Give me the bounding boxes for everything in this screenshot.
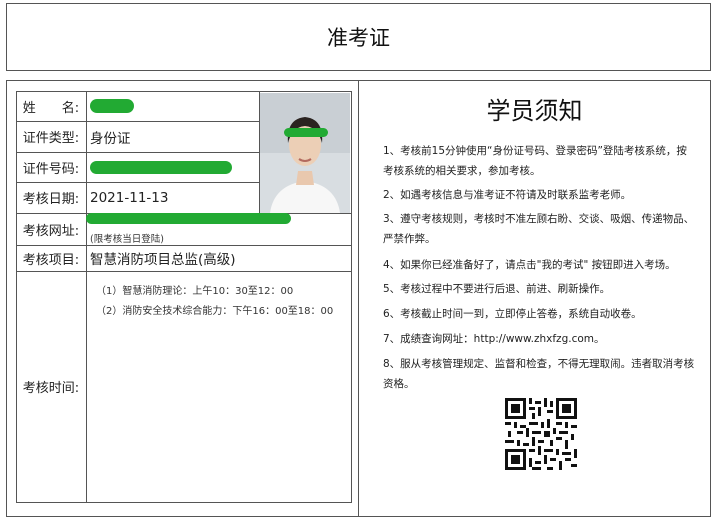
rule-item: 2、如遇考核信息与准考证不符请及时联系监考老师。: [383, 189, 632, 201]
id-type-value: 身份证: [90, 130, 131, 147]
rule-item: 3、遵守考核规则，考核时不准左顾右盼、交谈、吸烟、传递物品、严禁作弊。: [383, 213, 695, 245]
candidate-info-panel: 姓 名: 证件类型: 身份证 证件号码: 考核日期: 2021-11-13 考核…: [7, 81, 359, 516]
title-text: 准考证: [327, 26, 390, 50]
rule-item: 6、考核截止时间一到，立即停止答卷，系统自动收卷。: [383, 308, 642, 320]
schedule-item: （2）消防安全技术综合能力：下午16：00至18：00: [96, 306, 334, 317]
name-label: 姓 名:: [22, 100, 80, 116]
candidate-photo: [260, 93, 350, 213]
exam-date-label: 考核日期:: [22, 192, 80, 207]
schedule-item: （1）智慧消防理论：上午10：30至12：00: [96, 286, 294, 297]
table-border-bottom: [16, 502, 352, 503]
id-type-label: 证件类型:: [22, 131, 80, 146]
id-number-label: 证件号码:: [22, 161, 80, 177]
table-border-right: [351, 91, 352, 502]
exam-time-label: 考核时间:: [22, 381, 80, 396]
page-title: 准考证: [6, 3, 711, 71]
info-table: 姓 名: 证件类型: 身份证 证件号码: 考核日期: 2021-11-13 考核…: [16, 91, 352, 503]
rule-item: 7、成绩查询网址：http://www.zhxfzg.com。: [383, 333, 605, 345]
rules-panel: 学员须知 1、考核前15分钟使用“身份证号码、登录密码”登陆考核系统，按考核系统…: [359, 81, 710, 516]
rule-item: 4、如果你已经准备好了，请点击"我的考试" 按钮即进入考场。: [383, 259, 676, 271]
qr-code-image: [505, 398, 577, 470]
rules-title: 学员须知: [486, 97, 583, 125]
rule-item: 8、服从考核管理规定、监督和检查，不得无理取闹。违者取消考核资格。: [383, 358, 695, 390]
rule-item: 5、考核过程中不要进行后退、前进、刷新操作。: [383, 283, 611, 295]
portrait-image: [260, 93, 350, 213]
exam-url-note: (限考核当日登陆): [90, 234, 164, 245]
exam-url-redaction: [86, 213, 291, 224]
exam-project-label: 考核项目:: [22, 252, 80, 268]
exam-date-value: 2021-11-13: [90, 189, 169, 206]
rule-item: 1、考核前15分钟使用“身份证号码、登录密码”登陆考核系统，按考核系统的相关要求…: [383, 145, 687, 177]
name-redaction: [90, 99, 134, 113]
exam-url-label: 考核网址:: [22, 223, 80, 239]
exam-project-value: 智慧消防项目总监(高级): [90, 252, 236, 268]
id-number-redaction: [90, 161, 232, 174]
admission-ticket: 姓 名: 证件类型: 身份证 证件号码: 考核日期: 2021-11-13 考核…: [6, 80, 711, 517]
